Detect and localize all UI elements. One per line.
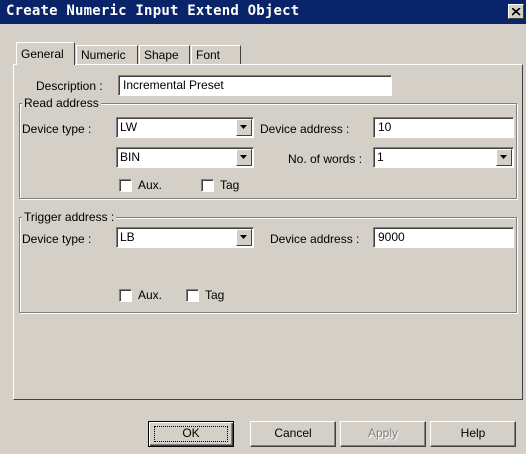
read-format-dropdown-button[interactable] — [236, 149, 252, 166]
read-aux-checkbox[interactable]: Aux. — [119, 178, 179, 194]
read-device-type-select[interactable]: LW — [116, 117, 254, 138]
description-label: Description : — [36, 79, 103, 93]
read-device-type-label: Device type : — [22, 122, 92, 136]
ok-button[interactable]: OK — [148, 421, 234, 447]
read-address-legend: Read address — [22, 96, 101, 110]
close-button[interactable] — [508, 4, 524, 19]
trigger-device-type-label: Device type : — [22, 232, 92, 246]
trigger-device-type-select[interactable]: LB — [116, 227, 254, 248]
no-of-words-label: No. of words : — [288, 152, 363, 166]
read-aux-checkbox-box[interactable] — [119, 179, 132, 192]
trigger-tag-checkbox-box[interactable] — [186, 289, 199, 302]
read-device-address-field[interactable]: 10 — [373, 117, 514, 138]
help-button[interactable]: Help — [430, 421, 516, 447]
trigger-address-legend: Trigger address : — [22, 210, 117, 224]
read-aux-label: Aux. — [138, 178, 163, 192]
trigger-tag-label: Tag — [205, 288, 225, 302]
trigger-aux-checkbox[interactable]: Aux. — [119, 288, 179, 304]
trigger-device-type-dropdown-button[interactable] — [236, 229, 252, 246]
read-tag-checkbox[interactable]: Tag — [201, 178, 261, 194]
dialog-window: Create Numeric Input Extend Object Gener… — [0, 0, 526, 454]
chevron-down-icon — [240, 125, 247, 129]
trigger-device-address-label: Device address : — [270, 232, 360, 246]
tab-general[interactable]: General — [16, 42, 75, 65]
trigger-device-type-value: LB — [120, 230, 135, 244]
no-of-words-select[interactable]: 1 — [373, 147, 514, 168]
trigger-aux-label: Aux. — [138, 288, 163, 302]
read-device-address-label: Device address : — [260, 122, 350, 136]
chevron-down-icon — [500, 155, 507, 159]
tab-shape[interactable]: Shape — [139, 45, 190, 65]
apply-button: Apply — [340, 421, 426, 447]
chevron-down-icon — [240, 155, 247, 159]
chevron-down-icon — [240, 235, 247, 239]
read-tag-label: Tag — [220, 178, 240, 192]
trigger-device-address-field[interactable]: 9000 — [373, 227, 514, 248]
tab-numeric[interactable]: Numeric — [76, 45, 138, 65]
read-format-value: BIN — [120, 150, 141, 164]
no-of-words-dropdown-button[interactable] — [496, 149, 512, 166]
title-bar[interactable]: Create Numeric Input Extend Object — [0, 0, 526, 24]
trigger-tag-checkbox[interactable]: Tag — [186, 288, 246, 304]
no-of-words-value: 1 — [377, 150, 384, 164]
tab-font[interactable]: Font — [191, 45, 241, 65]
window-title: Create Numeric Input Extend Object — [6, 3, 300, 19]
tab-panel-general: Description : Incremental Preset Read ad… — [13, 64, 523, 400]
close-icon — [512, 8, 521, 16]
read-device-type-value: LW — [120, 120, 138, 134]
description-field[interactable]: Incremental Preset — [118, 75, 392, 96]
read-device-type-dropdown-button[interactable] — [236, 119, 252, 136]
cancel-button[interactable]: Cancel — [250, 421, 336, 447]
read-format-select[interactable]: BIN — [116, 147, 254, 168]
focus-rectangle — [154, 426, 228, 442]
read-tag-checkbox-box[interactable] — [201, 179, 214, 192]
trigger-aux-checkbox-box[interactable] — [119, 289, 132, 302]
